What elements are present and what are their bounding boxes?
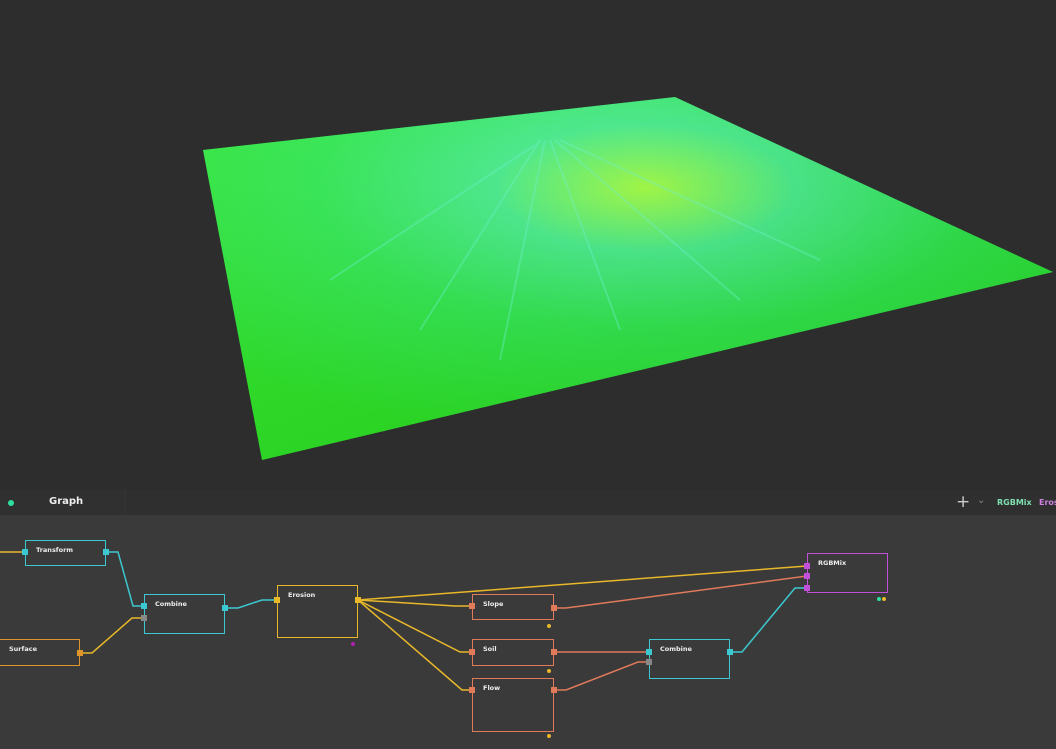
3d-viewport[interactable]	[0, 0, 1056, 490]
node-ports	[22, 549, 886, 738]
terrain-mesh	[203, 97, 1053, 460]
graph-panel: Graph + ⌄ RGBMix Eros Transform Surface …	[0, 490, 1056, 749]
port[interactable]	[22, 549, 810, 693]
